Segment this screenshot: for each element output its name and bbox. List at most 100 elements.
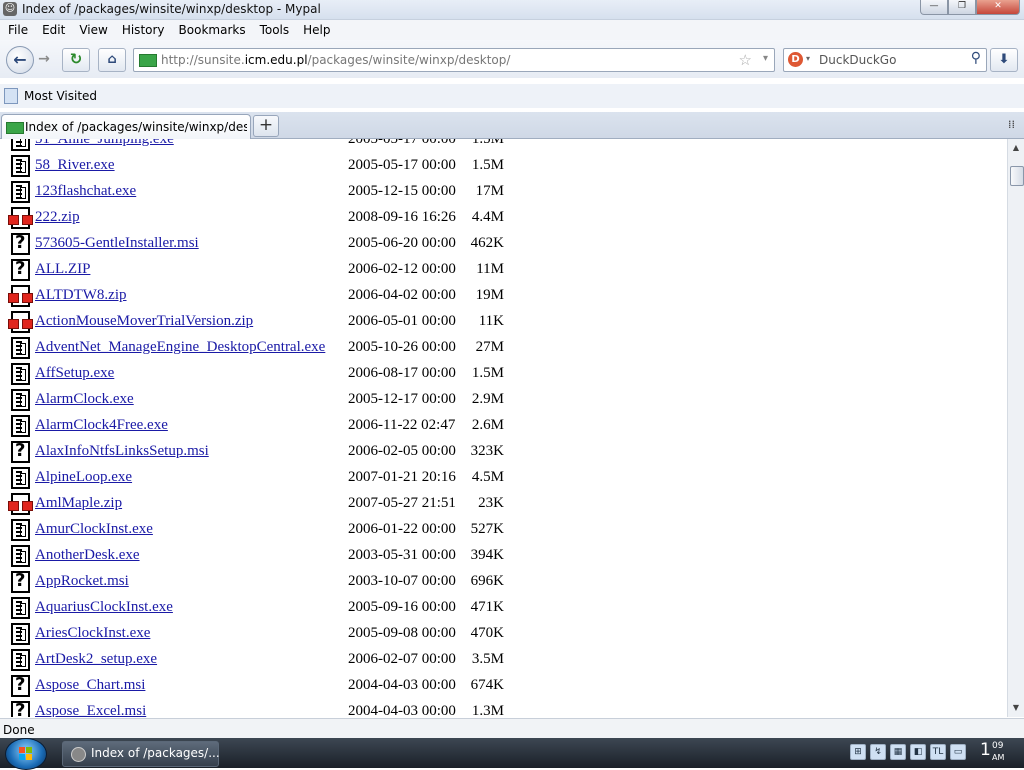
taskbar-window-label: Index of /packages/...	[91, 746, 220, 760]
file-link[interactable]: AffSetup.exe	[35, 365, 114, 382]
tray-language-icon[interactable]: TL	[930, 744, 946, 760]
file-link[interactable]: 222.zip	[35, 209, 80, 226]
file-link[interactable]: Aspose_Chart.msi	[35, 677, 145, 694]
search-input[interactable]: DuckDuckGo	[819, 53, 896, 67]
menu-bookmarks[interactable]: Bookmarks	[171, 23, 252, 37]
file-link[interactable]: AppRocket.msi	[35, 573, 129, 590]
menu-edit[interactable]: Edit	[34, 23, 71, 37]
file-link[interactable]: 58_River.exe	[35, 157, 115, 174]
menu-tools[interactable]: Tools	[252, 23, 296, 37]
close-button[interactable]: ✕	[976, 0, 1020, 15]
unknown-file-icon[interactable]	[11, 258, 30, 281]
binary-file-icon[interactable]	[11, 363, 30, 385]
binary-file-icon[interactable]	[11, 545, 30, 567]
binary-file-icon[interactable]	[11, 415, 30, 437]
tray-monitor-icon[interactable]: ▭	[950, 744, 966, 760]
file-link[interactable]: ArtDesk2_setup.exe	[35, 651, 157, 668]
scroll-thumb[interactable]	[1010, 166, 1024, 186]
taskbar-window-button[interactable]: Index of /packages/...	[62, 741, 220, 767]
file-link[interactable]: AmurClockInst.exe	[35, 521, 153, 538]
file-date: 2006-01-22 00:00	[348, 521, 456, 537]
binary-file-icon[interactable]	[11, 181, 30, 203]
file-link[interactable]: 123flashchat.exe	[35, 183, 136, 200]
file-link[interactable]: 573605-GentleInstaller.msi	[35, 235, 199, 252]
file-link[interactable]: Aspose_Excel.msi	[35, 703, 146, 717]
search-icon[interactable]: ⚲	[971, 50, 981, 66]
file-link[interactable]: ALL.ZIP	[35, 261, 90, 278]
reload-button[interactable]: ↻	[62, 48, 90, 72]
bookmark-most-visited[interactable]: Most Visited	[24, 89, 97, 103]
table-row: AlarmClock.exe 2005-12-17 00:00 2.9M	[0, 387, 1007, 413]
back-button[interactable]: ←	[6, 46, 34, 74]
list-all-tabs-icon[interactable]: ⁞⁞	[1008, 119, 1018, 130]
file-link[interactable]: AlaxInfoNtfsLinksSetup.msi	[35, 443, 209, 460]
menu-view[interactable]: View	[71, 23, 113, 37]
binary-file-icon[interactable]	[11, 155, 30, 177]
forward-button[interactable]: →	[34, 51, 54, 67]
tray-network-icon[interactable]: ↯	[870, 744, 886, 760]
compressed-file-icon[interactable]	[8, 493, 33, 515]
tray-app-icon[interactable]: ▦	[890, 744, 906, 760]
binary-file-icon[interactable]	[11, 519, 30, 541]
file-link[interactable]: AlarmClock.exe	[35, 391, 134, 408]
url-history-dropdown-icon[interactable]: ▾	[763, 53, 768, 64]
home-button[interactable]: ⌂	[98, 48, 126, 72]
scroll-down-arrow[interactable]: ▼	[1011, 703, 1021, 713]
menu-file[interactable]: File	[0, 23, 34, 37]
table-row: 123flashchat.exe 2005-12-15 00:00 17M	[0, 179, 1007, 205]
menu-help[interactable]: Help	[295, 23, 336, 37]
file-size: 1.5M	[471, 139, 504, 147]
file-link[interactable]: AlarmClock4Free.exe	[35, 417, 168, 434]
menu-history[interactable]: History	[114, 23, 171, 37]
url-text[interactable]: http://sunsite.icm.edu.pl/packages/winsi…	[161, 53, 510, 67]
file-link[interactable]: AlpineLoop.exe	[35, 469, 132, 486]
unknown-file-icon[interactable]	[11, 232, 30, 255]
downloads-button[interactable]: ⬇	[990, 48, 1018, 72]
compressed-file-icon[interactable]	[8, 207, 33, 229]
url-bar[interactable]: http://sunsite.icm.edu.pl/packages/winsi…	[133, 48, 775, 72]
file-link[interactable]: AquariusClockInst.exe	[35, 599, 173, 616]
vertical-scrollbar[interactable]: ▲ ▼	[1007, 139, 1024, 717]
clock-minutes: 09	[992, 741, 1004, 751]
binary-file-icon[interactable]	[11, 337, 30, 359]
unknown-file-icon[interactable]	[11, 674, 30, 697]
file-link[interactable]: AmlMaple.zip	[35, 495, 122, 512]
tab-active[interactable]: Index of /packages/winsite/winxp/deskt..…	[1, 114, 251, 139]
scroll-up-arrow[interactable]: ▲	[1011, 143, 1021, 153]
search-bar[interactable]: D ▾ DuckDuckGo ⚲	[783, 48, 987, 72]
site-identity-icon[interactable]	[139, 54, 157, 67]
window-titlebar[interactable]: ☺ Index of /packages/winsite/winxp/deskt…	[0, 0, 1024, 20]
mypal-app-icon[interactable]: ☺	[3, 2, 17, 16]
navigation-toolbar: ← → ↻ ⌂ http://sunsite.icm.edu.pl/packag…	[0, 40, 1024, 78]
file-link[interactable]: ActionMouseMoverTrialVersion.zip	[35, 313, 253, 330]
file-link[interactable]: AdventNet_ManageEngine_DesktopCentral.ex…	[35, 339, 325, 356]
bookmark-star-icon[interactable]: ☆	[739, 51, 752, 69]
compressed-file-icon[interactable]	[8, 311, 33, 333]
start-button[interactable]	[5, 738, 47, 770]
file-link[interactable]: ALTDTW8.zip	[35, 287, 127, 304]
file-date: 2007-01-21 20:16	[348, 469, 456, 485]
unknown-file-icon[interactable]	[11, 570, 30, 593]
binary-file-icon[interactable]	[11, 649, 30, 671]
binary-file-icon[interactable]	[11, 389, 30, 411]
compressed-file-icon[interactable]	[8, 285, 33, 307]
unknown-file-icon[interactable]	[11, 440, 30, 463]
search-engine-dropdown-icon[interactable]: ▾	[806, 54, 810, 63]
duckduckgo-icon[interactable]: D	[788, 52, 803, 67]
binary-file-icon[interactable]	[11, 467, 30, 489]
unknown-file-icon[interactable]	[11, 700, 30, 717]
file-link[interactable]: AriesClockInst.exe	[35, 625, 150, 642]
taskbar-clock[interactable]: 1 09 AM	[980, 740, 1004, 762]
binary-file-icon[interactable]	[11, 139, 30, 151]
tray-show-desktop-icon[interactable]: ⊞	[850, 744, 866, 760]
status-bar: Done	[0, 718, 1024, 739]
file-link[interactable]: 51_Anne_Jumping.exe	[35, 139, 174, 148]
maximize-button[interactable]: ❐	[948, 0, 976, 15]
tab-label: Index of /packages/winsite/winxp/deskt..…	[25, 120, 247, 134]
binary-file-icon[interactable]	[11, 597, 30, 619]
new-tab-button[interactable]: +	[253, 115, 279, 137]
tray-display-icon[interactable]: ◧	[910, 744, 926, 760]
minimize-button[interactable]: —	[920, 0, 948, 15]
file-link[interactable]: AnotherDesk.exe	[35, 547, 140, 564]
binary-file-icon[interactable]	[11, 623, 30, 645]
